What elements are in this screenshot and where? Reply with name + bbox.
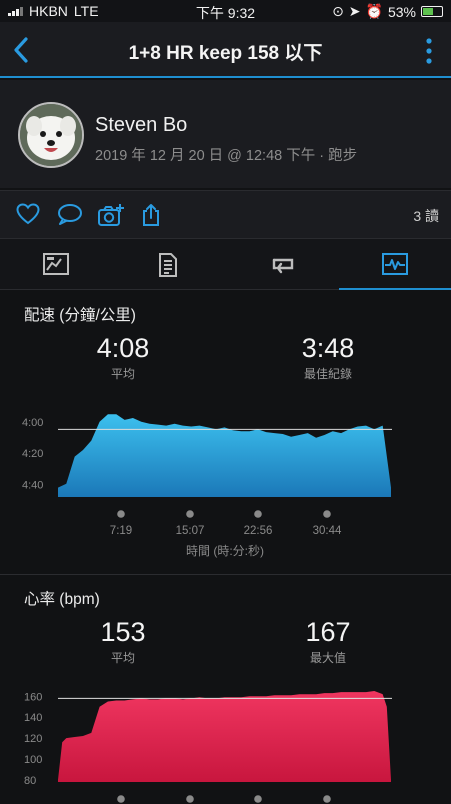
pace-chart-svg: 4:00 4:20 4:40 7:19 15:07 22:56 30:44 時間 (時:分:秒… xyxy=(22,414,392,558)
pace-x-tick-label: 30:44 xyxy=(313,525,342,537)
user-name[interactable]: Steven Bo xyxy=(95,114,187,137)
pace-chart[interactable]: 4:00 4:20 4:40 7:19 15:07 22:56 30:44 時間 (時:分:秒… xyxy=(0,291,451,574)
share-icon[interactable] xyxy=(140,203,162,227)
alarm-icon: ⏰ xyxy=(365,3,383,19)
activity-tabs xyxy=(0,238,451,290)
stats-icon xyxy=(382,253,408,275)
back-chevron-icon[interactable] xyxy=(10,36,34,64)
pace-x-tick-label: 22:56 xyxy=(244,525,273,537)
laps-icon xyxy=(272,258,294,274)
pace-x-tick-dot xyxy=(254,510,262,518)
activity-title: 1+8 HR keep 158 以下 xyxy=(128,43,323,64)
hr-y-tick-label: 140 xyxy=(24,712,42,724)
hr-x-tick-dot xyxy=(117,795,125,803)
reads-count: 3 讀 xyxy=(413,208,439,224)
pace-x-tick-label: 15:07 xyxy=(176,525,205,537)
activity-meta: 2019 年 12 月 20 日 @ 12:48 下午 · 跑步 xyxy=(95,148,358,164)
location-icon: ➤ xyxy=(348,3,361,19)
avatar[interactable] xyxy=(18,102,84,168)
hr-chart-svg: 160 140 120 100 80 xyxy=(24,691,392,803)
pace-x-tick-dot xyxy=(323,510,331,518)
overview-icon xyxy=(43,253,69,275)
hr-y-tick-label: 120 xyxy=(24,733,42,745)
tab-laps[interactable] xyxy=(226,239,338,290)
pace-y-tick-label: 4:40 xyxy=(22,479,43,491)
hr-y-tick-label: 80 xyxy=(24,775,36,787)
hr-y-tick-label: 160 xyxy=(24,691,42,703)
pace-x-tick-dot xyxy=(117,510,125,518)
heart-icon[interactable] xyxy=(16,203,40,225)
pace-y-tick-label: 4:00 xyxy=(22,417,43,429)
nav-bar: 1+8 HR keep 158 以下 xyxy=(0,22,451,78)
hr-x-tick-dot xyxy=(186,795,194,803)
status-bar: HKBN LTE 下午 9:32 ⊙ ➤ ⏰ 53% xyxy=(0,0,451,22)
tab-stats[interactable] xyxy=(339,239,451,290)
add-photo-icon[interactable] xyxy=(97,203,125,227)
profile-header: Steven Bo 2019 年 12 月 20 日 @ 12:48 下午 · … xyxy=(0,80,451,188)
tab-overview[interactable] xyxy=(0,239,112,290)
clock: 下午 9:32 xyxy=(195,5,256,21)
pace-x-axis-label: 時間 (時:分:秒) xyxy=(186,544,264,558)
hr-area xyxy=(58,691,391,782)
battery-icon xyxy=(421,6,443,17)
social-bar: 3 讀 xyxy=(0,190,451,238)
battery-percent: 53% xyxy=(387,3,416,20)
dog-avatar-image xyxy=(20,104,82,166)
pace-area xyxy=(58,414,391,497)
pace-x-tick-dot xyxy=(186,510,194,518)
hr-x-tick-dot xyxy=(254,795,262,803)
comment-icon[interactable] xyxy=(57,203,83,225)
tab-details[interactable] xyxy=(113,239,225,290)
rotation-lock-icon: ⊙ xyxy=(332,3,344,19)
pace-y-tick-label: 4:20 xyxy=(22,448,43,460)
details-icon xyxy=(159,253,177,277)
hr-chart[interactable]: 160 140 120 100 80 xyxy=(0,575,451,804)
more-vertical-icon[interactable] xyxy=(425,38,433,64)
hr-y-tick-label: 100 xyxy=(24,754,42,766)
pace-x-tick-label: 7:19 xyxy=(110,525,132,537)
heart-rate-section: 心率 (bpm) 153 平均 167 最大值 160 140 120 100 80 xyxy=(0,575,451,804)
hr-x-tick-dot xyxy=(323,795,331,803)
pace-section: 配速 (分鐘/公里) 4:08 平均 3:48 最佳紀錄 4:00 4:20 4:4… xyxy=(0,291,451,574)
